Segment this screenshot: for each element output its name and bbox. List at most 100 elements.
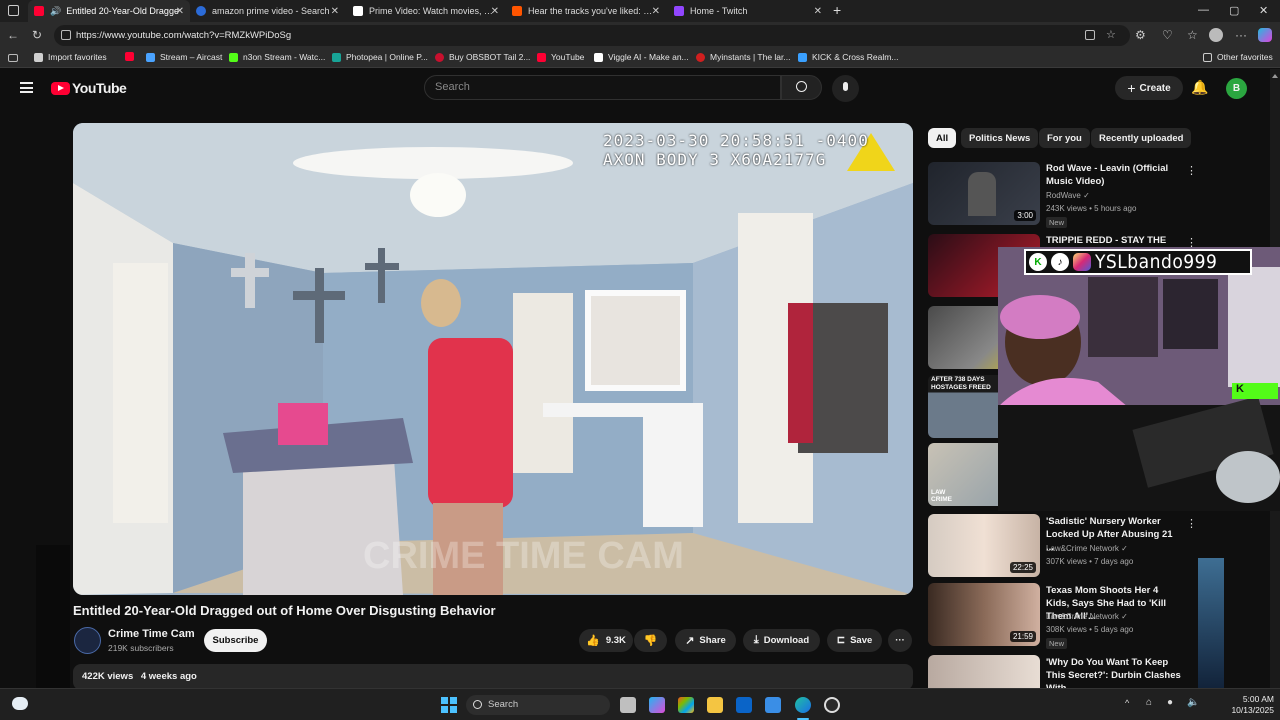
video-title[interactable]: 'Why Do You Want To Keep This Secret?': … (1046, 656, 1182, 688)
network-icon[interactable]: ⌂ (1146, 697, 1152, 708)
channel-name[interactable]: RodWave ✓ (1046, 191, 1090, 200)
create-button[interactable]: + Create (1115, 76, 1183, 100)
speaker-icon[interactable]: 🔊 (50, 6, 61, 17)
bookmark-youtube[interactable]: YouTube (537, 52, 584, 62)
tab-prime-video[interactable]: Prime Video: Watch movies, TV sh ✕ (347, 0, 505, 22)
account-avatar[interactable]: B (1226, 78, 1247, 99)
outlook-icon[interactable] (736, 697, 752, 713)
list-item[interactable]: 21:59 Texas Mom Shoots Her 4 Kids, Says … (928, 583, 1198, 649)
copilot-app-icon[interactable] (649, 697, 665, 713)
channel-name[interactable]: Law&Crime Network ✓ (1046, 612, 1128, 621)
edge-icon[interactable] (795, 697, 811, 713)
start-button-icon[interactable] (441, 697, 457, 713)
other-favorites-folder[interactable]: Other favorites (1203, 52, 1273, 62)
chip-politics-news[interactable]: Politics News (961, 128, 1039, 148)
bookmark-obsbot[interactable]: Buy OBSBOT Tail 2... (435, 52, 530, 62)
tab-close-icon[interactable]: ✕ (176, 6, 184, 17)
video-thumbnail[interactable] (928, 655, 1040, 688)
clock[interactable]: 5:00 AM 10/13/2025 (1226, 694, 1274, 716)
new-tab-button[interactable]: + (833, 2, 841, 18)
video-thumbnail[interactable]: 22:25 (928, 514, 1040, 577)
tab-close-icon[interactable]: ✕ (491, 6, 499, 17)
video-watermark: CRIME TIME CAM (363, 535, 684, 577)
favorite-star-icon[interactable]: ☆ (1106, 28, 1116, 41)
microphone-tray-icon[interactable]: ● (1167, 697, 1173, 708)
tab-soundcloud[interactable]: Hear the tracks you've liked: on S ✕ (506, 0, 666, 22)
kick-icon: K (1029, 253, 1047, 271)
site-info-icon[interactable] (61, 30, 71, 40)
close-window-button[interactable]: ✕ (1259, 4, 1268, 17)
extensions-icon[interactable]: ⚙ (1135, 28, 1146, 42)
refresh-icon[interactable]: ↻ (32, 28, 42, 42)
more-vertical-icon[interactable]: ⋮ (1186, 164, 1197, 177)
chip-recently-uploaded[interactable]: Recently uploaded (1091, 128, 1192, 148)
channel-avatar[interactable] (74, 627, 101, 654)
store-icon[interactable] (678, 697, 694, 713)
voice-search-button[interactable] (832, 75, 859, 102)
search-input[interactable]: Search (424, 75, 781, 100)
volume-icon[interactable]: 🔈 (1187, 697, 1199, 708)
list-item[interactable]: 'Why Do You Want To Keep This Secret?': … (928, 655, 1198, 688)
bookmark-import-favorites[interactable]: Import favorites (34, 52, 107, 62)
more-options-icon[interactable]: ··· (1235, 28, 1247, 42)
bookmark-n3on[interactable]: n3on Stream - Watc... (229, 52, 325, 62)
sidebar-toggle-icon[interactable] (8, 54, 18, 62)
share-button[interactable]: ↗ Share (675, 629, 736, 652)
search-icon (473, 700, 482, 709)
dislike-button[interactable]: 👎 (634, 629, 667, 652)
photos-icon[interactable] (765, 697, 781, 713)
download-button[interactable]: ⤓ Download (743, 629, 820, 652)
tab-twitch[interactable]: Home - Twitch ✕ (668, 0, 828, 22)
tab-close-icon[interactable]: ✕ (814, 6, 822, 17)
reader-mode-icon[interactable] (1085, 30, 1095, 40)
address-bar[interactable]: https://www.youtube.com/watch?v=RMZkWPiD… (54, 25, 1130, 46)
maximize-button[interactable]: ▢ (1229, 4, 1239, 17)
more-vertical-icon[interactable]: ⋮ (1186, 517, 1197, 530)
video-title[interactable]: TRIPPIE REDD - STAY THE (1046, 234, 1182, 247)
tray-chevron-icon[interactable]: ^ (1125, 698, 1129, 708)
chip-all[interactable]: All (928, 128, 957, 148)
tab-actions-icon[interactable] (8, 5, 19, 16)
video-title[interactable]: Rod Wave - Leavin (Official Music Video) (1046, 162, 1182, 188)
bookmark-aircast[interactable]: Stream – Aircast (146, 52, 222, 62)
favorites-icon[interactable]: ☆ (1187, 28, 1198, 42)
channel-name[interactable]: Law&Crime Network ✓ (1046, 544, 1128, 553)
list-item[interactable]: 3:00 Rod Wave - Leavin (Official Music V… (928, 162, 1198, 228)
description-box[interactable]: 422K views 4 weeks ago (73, 664, 913, 690)
bookmark-youtube-icon[interactable] (125, 52, 139, 61)
more-actions-button[interactable]: ··· (888, 629, 912, 652)
profile-avatar-icon[interactable] (1209, 28, 1223, 42)
video-thumbnail[interactable]: 21:59 (928, 583, 1040, 646)
bookmark-kick-cross[interactable]: KICK & Cross Realm... (798, 52, 898, 62)
youtube-header: YouTube Search + Create 🔔 B (0, 69, 1270, 109)
search-icon (796, 81, 807, 92)
channel-name[interactable]: Crime Time Cam (108, 628, 195, 640)
bookmark-photopea[interactable]: Photopea | Online P... (332, 52, 428, 62)
weather-icon[interactable] (12, 697, 28, 710)
file-explorer-icon[interactable] (707, 697, 723, 713)
bookmark-myinstants[interactable]: Myinstants | The lar... (696, 52, 790, 62)
youtube-logo[interactable]: YouTube (51, 80, 127, 96)
save-button[interactable]: ⊏ Save (827, 629, 882, 652)
tab-close-icon[interactable]: ✕ (652, 6, 660, 17)
video-player[interactable]: CRIME TIME CAM 2023-03-30 20:58:51 -0400… (73, 123, 913, 595)
copilot-icon[interactable] (1258, 28, 1272, 42)
taskbar-search[interactable]: Search (466, 695, 610, 715)
video-thumbnail[interactable]: 3:00 (928, 162, 1040, 225)
notifications-bell-icon[interactable]: 🔔 (1191, 79, 1208, 96)
bookmark-viggle[interactable]: Viggle AI - Make an... (594, 52, 689, 62)
tab-close-icon[interactable]: ✕ (331, 6, 339, 17)
tab-youtube[interactable]: 🔊 Entitled 20-Year-Old Dragge ✕ (28, 0, 190, 22)
tab-bing-search[interactable]: amazon prime video - Search ✕ (190, 0, 345, 22)
browser-essentials-icon[interactable]: ♡ (1162, 28, 1173, 42)
chip-for-you[interactable]: For you (1039, 128, 1090, 148)
hamburger-menu-icon[interactable] (20, 82, 33, 93)
obs-icon[interactable] (824, 697, 840, 713)
subscribe-button[interactable]: Subscribe (204, 629, 267, 652)
like-button[interactable]: 👍 9.3K (579, 629, 633, 652)
minimize-button[interactable]: — (1198, 4, 1209, 16)
back-arrow-icon[interactable]: ← (7, 28, 19, 42)
search-button[interactable] (781, 75, 822, 100)
task-view-icon[interactable] (620, 697, 636, 713)
list-item[interactable]: 22:25 'Sadistic' Nursery Worker Locked U… (928, 514, 1198, 578)
